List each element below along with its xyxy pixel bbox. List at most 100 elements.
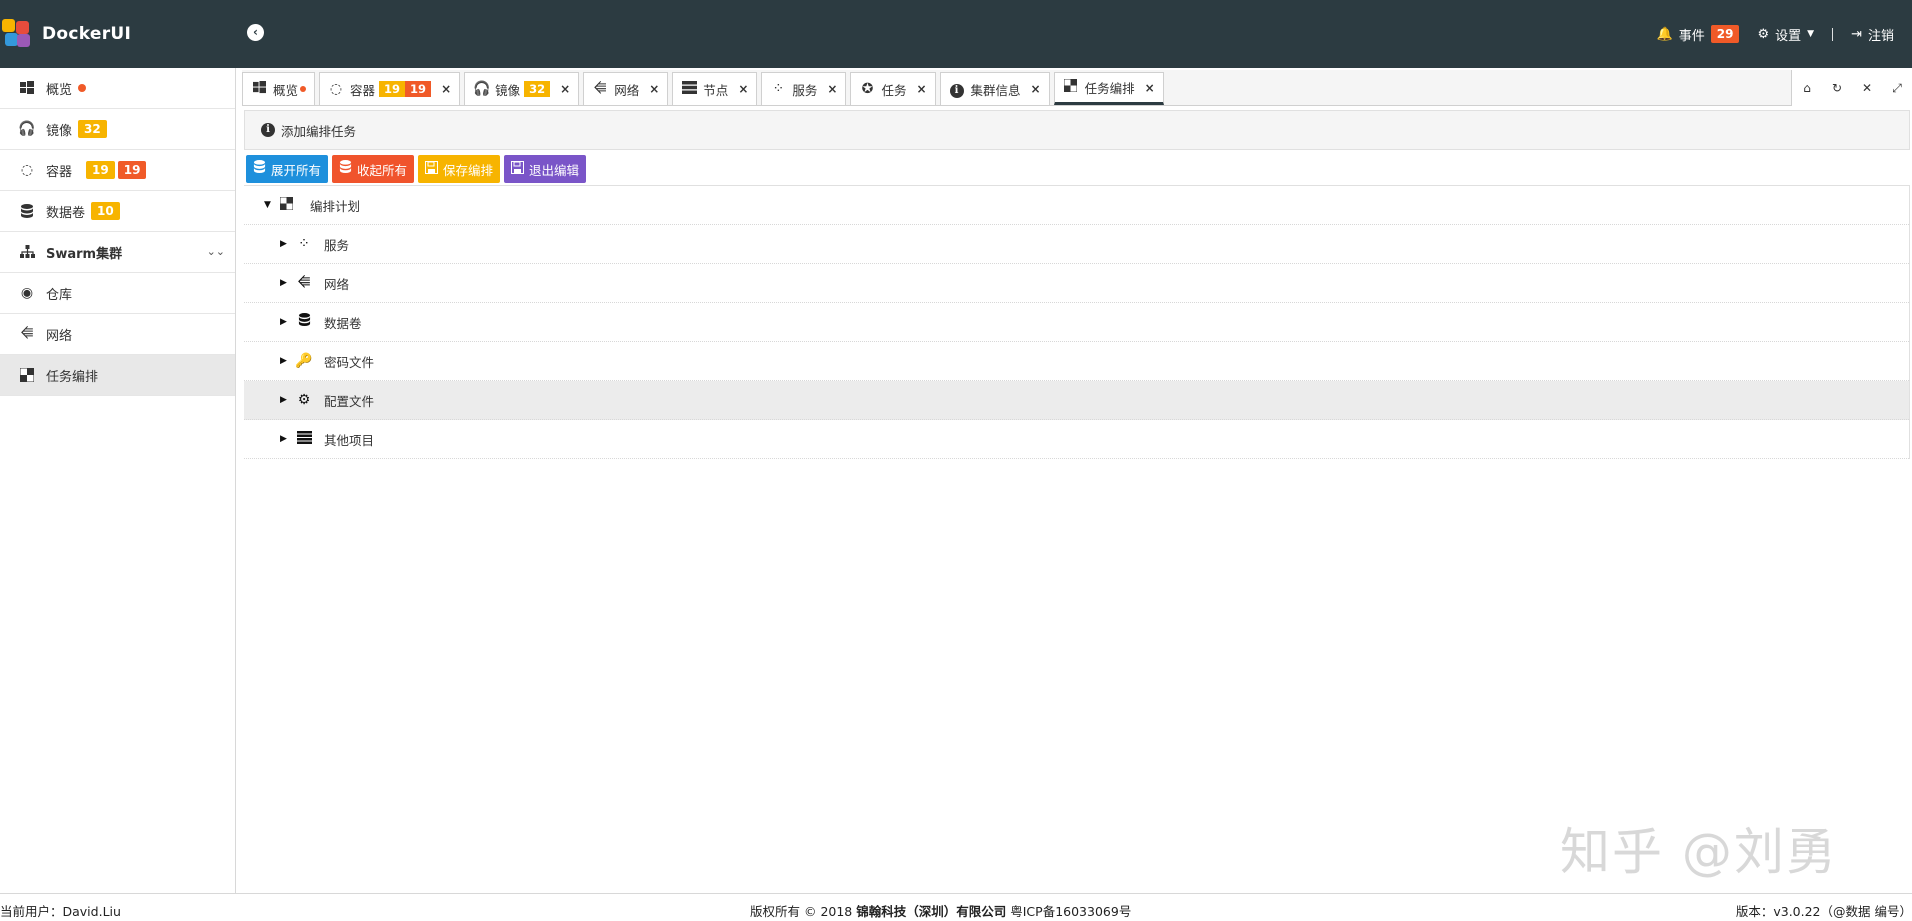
caret-right-icon[interactable]: ▶ [280, 239, 290, 249]
copyright-prefix: 版权所有 © 2018 [750, 904, 853, 919]
tree-node-others[interactable]: ▶ 其他项目 [244, 420, 1909, 459]
sidebar-item-containers[interactable]: ◌ 容器 19 19 [0, 150, 235, 191]
database-icon [294, 313, 314, 331]
sign-out-icon: ⇥ [1851, 26, 1862, 42]
tab-services[interactable]: ⁘ 服务 × [761, 72, 847, 105]
sidebar-item-label: 仓库 [46, 287, 73, 303]
sidebar-item-label: 镜像 [46, 123, 73, 139]
caret-right-icon[interactable]: ▶ [280, 356, 290, 366]
close-tab-icon[interactable]: × [827, 82, 837, 96]
volumes-count-badge: 10 [91, 202, 120, 220]
logout-button[interactable]: ⇥ 注销 [1851, 25, 1894, 44]
close-tab-icon[interactable]: × [649, 82, 659, 96]
copyright: 版权所有 © 2018 锦翰科技（深圳）有限公司 粤ICP备16033069号 [750, 901, 1131, 920]
tab-label: 网络 [614, 82, 640, 98]
tab-label: 容器 [350, 82, 376, 98]
caret-down-icon[interactable]: ▼ [264, 200, 274, 210]
checker-icon [18, 366, 36, 384]
tree-node-configs[interactable]: ▶ ⚙ 配置文件 [244, 381, 1909, 420]
divider [1832, 27, 1834, 41]
status-dot [78, 84, 87, 92]
events-button[interactable]: 🔔 事件 29 [1657, 25, 1740, 44]
sidebar-item-orchestration[interactable]: 任务编排 [0, 355, 235, 396]
tree-node-label: 其他项目 [324, 432, 375, 448]
caret-right-icon[interactable]: ▶ [280, 317, 290, 327]
container-icon: ◌ [329, 81, 343, 97]
orchestration-tree: ▼ 编排计划 ▶ ⁘ 服务 ▶ ⭅ 网络 ▶ 数据卷 ▶ 🔑 密码文件 ▶ ⚙ … [244, 186, 1910, 459]
sidebar-toggle-button[interactable]: ‹ [247, 24, 264, 41]
tab-label: 任务编排 [1084, 81, 1135, 96]
sitemap-icon [18, 243, 36, 261]
tree-node-network[interactable]: ▶ ⭅ 网络 [244, 264, 1909, 303]
tab-orchestration[interactable]: 任务编排 × [1053, 72, 1164, 105]
tab-label: 节点 [703, 82, 729, 98]
fullscreen-icon[interactable]: ⤢ [1882, 70, 1912, 106]
caret-right-icon[interactable]: ▶ [280, 434, 290, 444]
checker-icon [276, 196, 296, 214]
close-tab-icon[interactable]: × [560, 82, 570, 96]
database-icon [253, 160, 266, 178]
sidebar-item-images[interactable]: 🎧 镜像 32 [0, 109, 235, 150]
tree-node-secrets[interactable]: ▶ 🔑 密码文件 [244, 342, 1909, 381]
status-dot [300, 86, 307, 92]
containers-total-badge: 19 [117, 161, 147, 179]
tab-cluster-info[interactable]: i 集群信息 × [939, 72, 1050, 105]
caret-right-icon[interactable]: ▶ [280, 278, 290, 288]
close-tab-icon[interactable]: × [916, 82, 926, 96]
tab-containers[interactable]: ◌ 容器 19 19 × [319, 72, 461, 105]
panel-title: 添加编排任务 [281, 123, 357, 139]
home-icon[interactable]: ⌂ [1792, 70, 1822, 106]
logout-label: 注销 [1867, 28, 1894, 44]
headphones-icon: 🎧 [18, 121, 36, 137]
tab-images[interactable]: 🎧 镜像 32 × [464, 72, 580, 105]
refresh-icon[interactable]: ↻ [1822, 70, 1852, 106]
tab-badge: 32 [524, 81, 551, 97]
tab-nodes[interactable]: 节点 × [672, 72, 758, 105]
caret-right-icon[interactable]: ▶ [280, 395, 290, 405]
sidebar-item-swarm[interactable]: Swarm集群 ⌄⌄ [0, 232, 235, 273]
save-button[interactable]: 保存编排 [418, 155, 501, 183]
exit-edit-button[interactable]: 退出编辑 [504, 155, 587, 183]
floppy-icon [511, 160, 525, 178]
close-all-icon[interactable]: ✕ [1852, 70, 1882, 106]
sidebar-item-overview[interactable]: 概览 [0, 68, 235, 109]
tab-tasks[interactable]: ✪ 任务 × [850, 72, 936, 105]
tab-label: 概览 [273, 82, 299, 98]
tree-node-services[interactable]: ▶ ⁘ 服务 [244, 225, 1909, 264]
tree-node-root[interactable]: ▼ 编排计划 [244, 186, 1909, 225]
tab-badge: 19 [379, 81, 406, 97]
button-label: 退出编辑 [529, 162, 580, 178]
windows-icon [251, 80, 267, 98]
footer: 当前用户：David.Liu 版权所有 © 2018 锦翰科技（深圳）有限公司 … [0, 893, 1912, 921]
tree-node-label: 网络 [324, 276, 350, 292]
close-tab-icon[interactable]: × [1145, 81, 1155, 95]
tree-node-volumes[interactable]: ▶ 数据卷 [244, 303, 1909, 342]
close-tab-icon[interactable]: × [441, 82, 451, 96]
database-icon [18, 202, 36, 220]
tab-label: 服务 [792, 82, 818, 98]
tab-network[interactable]: ⭅ 网络 × [583, 72, 669, 105]
icp-number: 粤ICP备16033069号 [1010, 904, 1132, 919]
tab-label: 镜像 [495, 82, 521, 98]
sidebar-item-registry[interactable]: ◉ 仓库 [0, 273, 235, 314]
button-label: 保存编排 [443, 162, 494, 178]
sidebar-item-volumes[interactable]: 数据卷 10 [0, 191, 235, 232]
checker-icon [1063, 78, 1079, 96]
brand[interactable]: DockerUI [0, 0, 131, 68]
tree-node-label: 数据卷 [324, 315, 362, 331]
sidebar-item-label: 任务编排 [46, 369, 99, 385]
tab-overview[interactable]: 概览 [242, 72, 316, 105]
headphones-icon: 🎧 [473, 81, 491, 97]
tab-label: 任务 [881, 82, 907, 98]
double-chevron-down-icon: ⌄⌄ [206, 245, 225, 258]
settings-dropdown[interactable]: ⚙ 设置 ▼ [1757, 25, 1814, 44]
collapse-all-button[interactable]: 收起所有 [332, 155, 415, 183]
docker-ui-logo [2, 19, 32, 49]
close-tab-icon[interactable]: × [1031, 82, 1041, 96]
tree-node-label: 配置文件 [324, 393, 375, 409]
usb-icon: ⭅ [297, 275, 311, 291]
current-user: 当前用户：David.Liu [0, 904, 121, 919]
expand-all-button[interactable]: 展开所有 [246, 155, 329, 183]
close-tab-icon[interactable]: × [738, 82, 748, 96]
sidebar-item-network[interactable]: ⭅ 网络 [0, 314, 235, 355]
